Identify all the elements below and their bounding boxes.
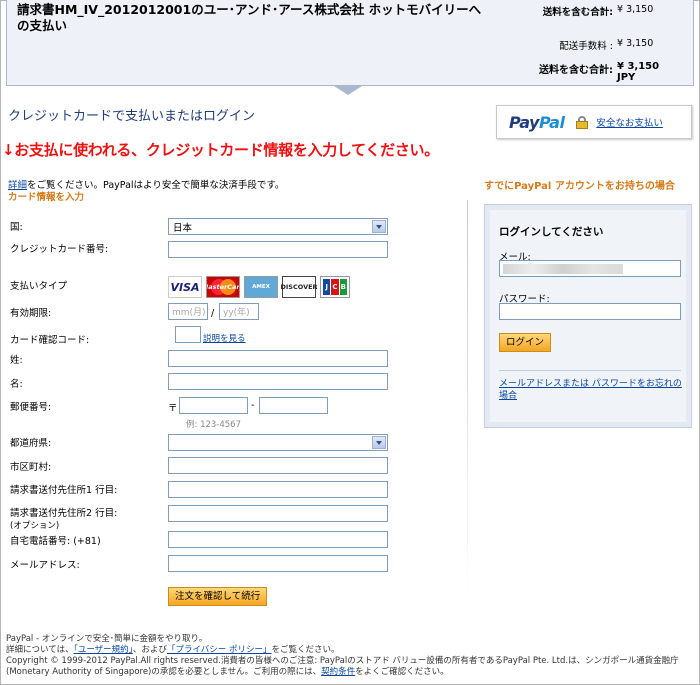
zip-label: 郵便番号: (10, 402, 52, 413)
login-divider (499, 370, 681, 371)
address2-input[interactable] (168, 505, 388, 522)
user-agreement-link[interactable]: 「ユーザー規約」 (74, 645, 133, 655)
fee-row: 配送手数料 : ¥ 3,150 (503, 38, 677, 52)
zip-hint: 例: 123-4567 (186, 420, 241, 430)
column-divider (467, 200, 468, 600)
jcb-icon: JCB (320, 276, 350, 298)
expiry-label: 有効期限: (10, 308, 52, 319)
existing-account-heading: すでにPayPal アカウントをお持ちの場合 (484, 181, 675, 192)
card-info-heading: カード情報を入力 (8, 192, 85, 203)
cvv-help-link[interactable]: 説明を見る (203, 332, 246, 344)
phone-input[interactable] (168, 531, 388, 548)
first-name-label: 名: (10, 379, 23, 390)
secure-payment-link[interactable]: 安全なお支払い (596, 115, 663, 129)
login-panel: ログインしてください メール: パスワード: ログイン メールアドレスまたは パ… (484, 204, 692, 428)
cvv-label: カード確認コード: (10, 335, 90, 346)
forgot-credentials-link[interactable]: メールアドレスまたは パスワードをお忘れの場合 (499, 378, 683, 402)
address1-input[interactable] (168, 481, 388, 498)
login-password-input[interactable] (499, 303, 681, 320)
email-input[interactable] (168, 555, 388, 572)
country-label: 国: (10, 222, 23, 233)
country-select[interactable]: 日本 (168, 218, 388, 235)
discover-icon: DISCOVER (280, 276, 318, 298)
amex-icon: AMEX (244, 276, 278, 298)
review-order-button[interactable]: 注文を確認して続行 (168, 587, 268, 606)
expiry-separator: / (211, 308, 215, 319)
card-logos: VISA MasterCard AMEX DISCOVER JCB (168, 276, 350, 298)
total-row: 送料を含む合計: ¥ 3,150 JPY (503, 61, 677, 83)
last-name-label: 姓: (10, 355, 23, 366)
instruction-annotation: ↓お支払に使われる、クレジットカード情報を入力してください。 (2, 141, 439, 159)
footer-links-line: 詳細については、「ユーザー規約」、および「プライバシー ポリシー」をご覧ください… (6, 645, 340, 655)
footer: PayPal - オンラインで安全･簡単に金額をやり取り。 詳細については、「ユ… (6, 634, 696, 678)
address1-label: 請求書送付先住所1 行目: (10, 485, 118, 496)
subtotal-label: 送料を含む合計: (542, 7, 613, 18)
phone-label: 自宅電話番号: (+81) (10, 536, 101, 547)
prefecture-select[interactable] (168, 434, 388, 451)
conditions-link[interactable]: 契約条件 (321, 667, 355, 677)
order-summary: 請求書HM_IV_2012012001のユー･アンド･アース株式会社 ホットモバ… (6, 0, 694, 86)
subtotal-value: ¥ 3,150 (617, 4, 654, 15)
prefecture-label: 都道府県: (10, 438, 52, 449)
redacted-email (503, 264, 623, 274)
footer-tagline: PayPal - オンラインで安全･簡単に金額をやり取り。 (6, 634, 208, 644)
summary-pointer (334, 86, 362, 95)
visa-icon: VISA (168, 276, 202, 298)
address2-label: 請求書送付先住所2 行目: (オプション) (10, 508, 118, 531)
mastercard-icon: MasterCard (206, 276, 240, 298)
chevron-down-icon (372, 436, 386, 449)
cvv-input[interactable] (175, 326, 201, 343)
email-label: メールアドレス: (10, 560, 80, 571)
lock-icon (576, 115, 589, 129)
last-name-input[interactable] (168, 350, 388, 367)
fee-value: ¥ 3,150 (617, 38, 654, 49)
card-number-input[interactable] (168, 241, 388, 258)
city-label: 市区町村: (10, 462, 52, 473)
expiry-month-input[interactable]: mm(月) (168, 303, 208, 320)
login-email-input[interactable] (499, 260, 681, 277)
city-input[interactable] (168, 457, 388, 474)
paypal-logo: PayPal (509, 112, 565, 132)
payment-type-label: 支払いタイプ (10, 281, 68, 292)
zip-mark: 〒 (168, 403, 178, 414)
subtotal-row: 送料を含む合計: ¥ 3,150 (503, 4, 677, 18)
expiry-year-input[interactable]: yy(年) (219, 303, 259, 320)
chevron-down-icon (372, 220, 386, 233)
country-value: 日本 (173, 223, 193, 234)
zip-separator: - (251, 400, 255, 411)
zip-second-input[interactable] (259, 397, 328, 414)
fee-label: 配送手数料 : (559, 41, 613, 52)
footer-copyright: Copyright © 1999-2012 PayPal.All rights … (6, 656, 679, 677)
first-name-input[interactable] (168, 373, 388, 390)
card-number-label: クレジットカード番号: (10, 244, 109, 255)
page-heading: クレジットカードで支払いまたはログイン (8, 109, 256, 124)
zip-first-input[interactable] (179, 397, 248, 414)
total-value: ¥ 3,150 JPY (617, 61, 660, 83)
privacy-policy-link[interactable]: 「プライバシー ポリシー」 (167, 645, 272, 655)
login-title: ログインしてください (499, 226, 604, 238)
address2-optional-note: (オプション) (10, 521, 60, 531)
total-label: 送料を含む合計: (539, 65, 613, 76)
paypal-badge: PayPal 安全なお支払い (496, 105, 692, 139)
order-title: 請求書HM_IV_2012012001のユー･アンド･アース株式会社 ホットモバ… (17, 2, 482, 33)
login-button[interactable]: ログイン (499, 333, 552, 352)
